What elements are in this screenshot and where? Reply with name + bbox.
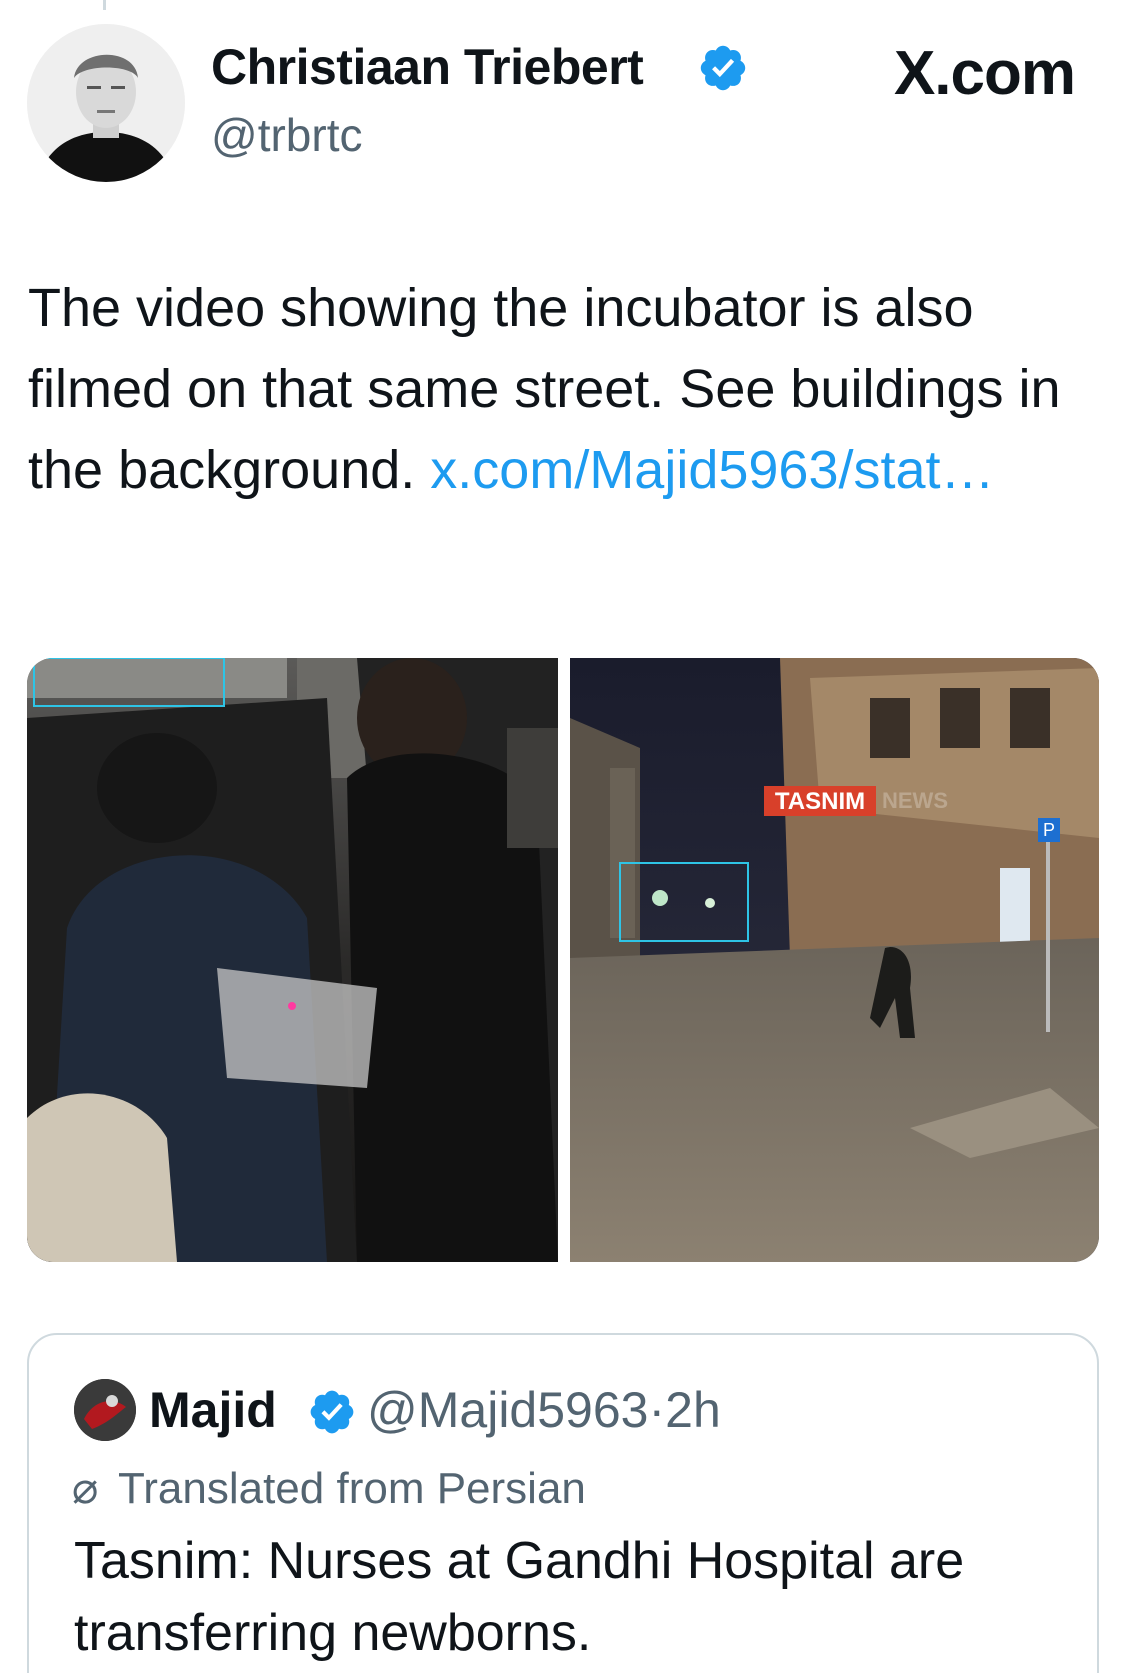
author-avatar[interactable] — [27, 24, 185, 182]
quoted-verified-badge-icon — [310, 1390, 354, 1434]
tweet-text: The video showing the incubator is also … — [28, 268, 1078, 511]
thread-line — [103, 0, 106, 10]
translated-label: Translated from Persian — [118, 1464, 586, 1513]
author-display-name[interactable]: Christiaan Triebert — [211, 38, 644, 96]
quoted-timestamp[interactable]: 2h — [665, 1382, 721, 1438]
tasnim-watermark-suffix: NEWS — [882, 788, 948, 813]
parking-sign-label: P — [1043, 820, 1055, 840]
meta-separator: · — [648, 1382, 666, 1438]
tasnim-watermark: TASNIM — [775, 788, 865, 815]
translation-notice[interactable]: ⌀ Translated from Persian — [72, 1463, 586, 1514]
night-crowd-image — [27, 658, 558, 1262]
tweet-link[interactable]: x.com/​Majid5963/stat… — [430, 440, 994, 500]
quoted-author-meta: @Majid5963·2h — [367, 1381, 721, 1439]
quoted-avatar-image — [74, 1379, 136, 1441]
translate-icon: ⌀ — [72, 1464, 99, 1513]
author-avatar-image — [27, 24, 185, 182]
quoted-tweet-text: Tasnim: Nurses at Gandhi Hospital are tr… — [74, 1532, 965, 1662]
author-handle[interactable]: @trbrtc — [211, 108, 362, 162]
quoted-author-name[interactable]: Majid — [149, 1381, 277, 1439]
quoted-tweet-card[interactable]: Majid @Majid5963·2h ⌀ Translated from Per… — [27, 1333, 1099, 1673]
media-grid[interactable]: P TASNIM NEWS — [27, 658, 1099, 1262]
damaged-street-image: P TASNIM NEWS — [570, 658, 1099, 1262]
verified-badge-icon — [700, 45, 746, 91]
media-image-left[interactable] — [27, 658, 558, 1262]
media-image-right[interactable]: P TASNIM NEWS — [570, 658, 1099, 1262]
quoted-author-handle[interactable]: @Majid5963 — [367, 1382, 648, 1438]
quoted-author-avatar[interactable] — [74, 1379, 136, 1441]
x-brand-logo: X.com — [893, 39, 1076, 108]
